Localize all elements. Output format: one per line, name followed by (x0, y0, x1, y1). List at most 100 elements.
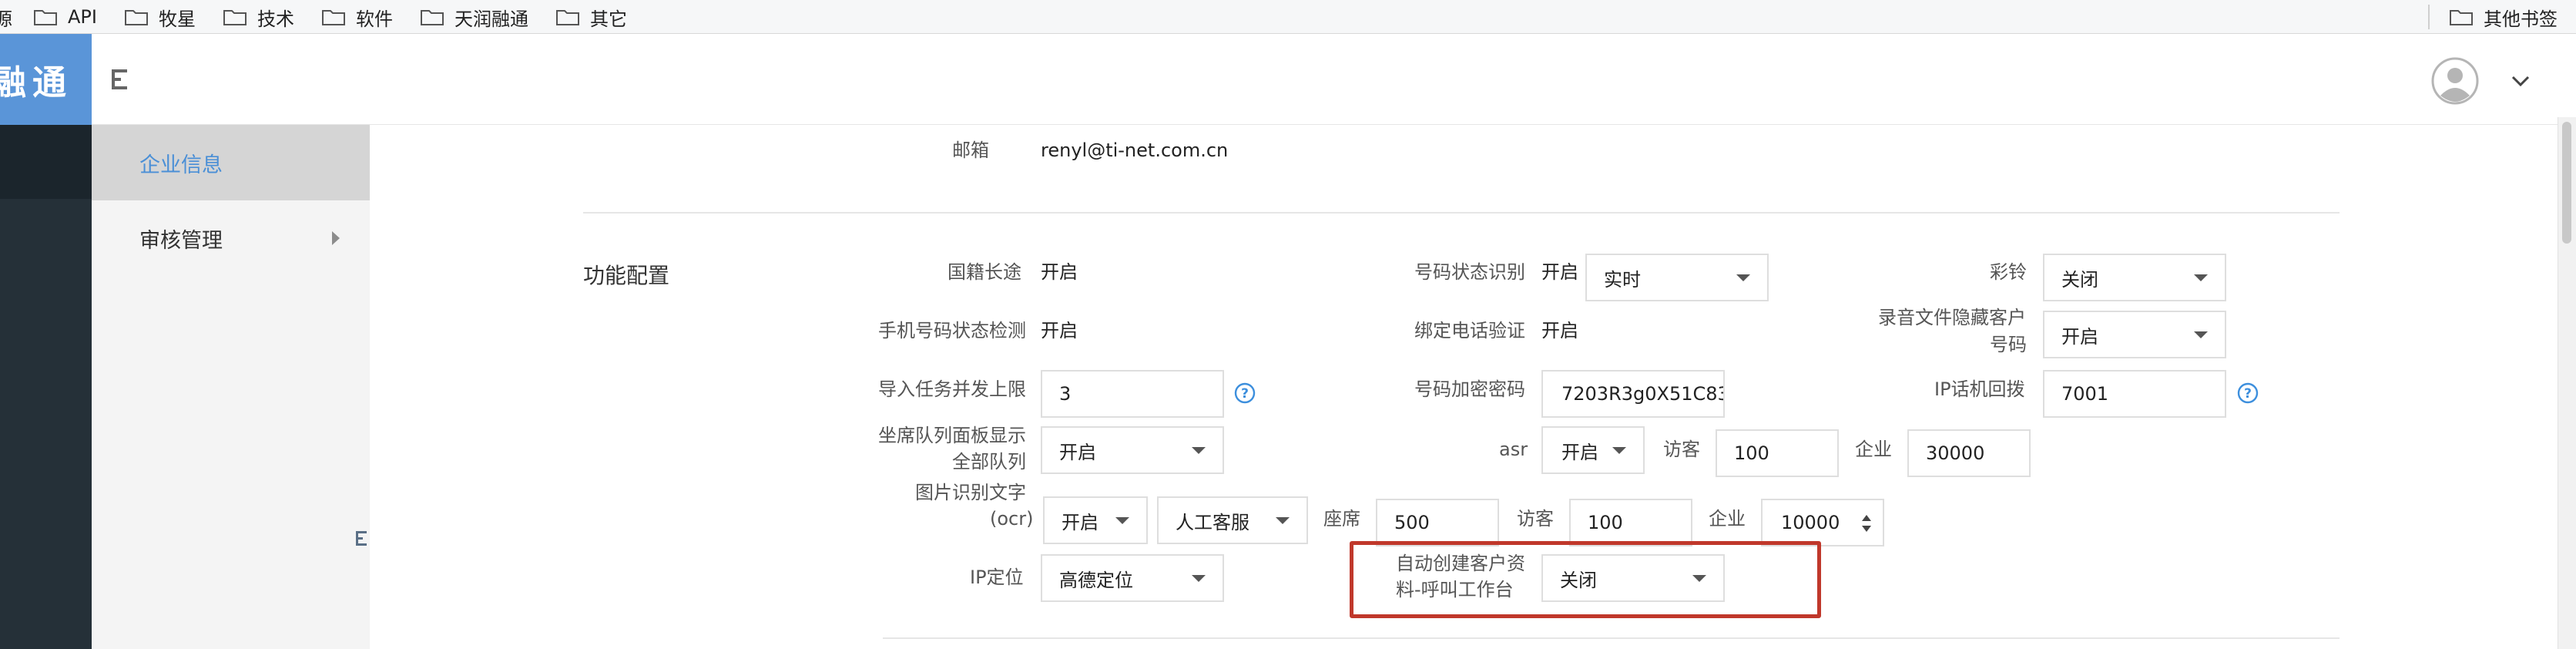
bookmark-folder-others[interactable]: 其他书签 (2450, 0, 2558, 34)
page-scrollbar[interactable] (2558, 117, 2576, 649)
mobile-status-check-label: 手机号码状态检测 (878, 320, 1026, 341)
caret-down-icon (1115, 517, 1129, 524)
caret-down-icon (1612, 447, 1626, 454)
input-value: 500 (1394, 512, 1430, 533)
ip-location-select[interactable]: 高德定位 (1041, 554, 1224, 602)
bookmark-label: 其他书签 (2484, 8, 2558, 30)
chevron-down-icon[interactable] (2510, 74, 2531, 88)
select-value: 开启 (1059, 441, 1096, 463)
asr-visitor-input[interactable]: 100 (1716, 429, 1839, 477)
bookmark-folder-api[interactable]: API (34, 0, 97, 34)
asr-enterprise-input[interactable]: 30000 (1907, 429, 2031, 477)
asr-enterprise-label: 企业 (1855, 439, 1892, 460)
help-icon[interactable]: ? (2237, 382, 2259, 404)
help-icon[interactable]: ? (1234, 382, 1256, 404)
ringback-select[interactable]: 关闭 (2043, 254, 2226, 301)
subnav-item-company-info[interactable]: 企业信息 (92, 125, 370, 200)
section-title: 功能配置 (583, 263, 670, 288)
record-hide-label-line1: 录音文件隐藏客户 (1878, 307, 2026, 328)
bind-phone-verify-label: 绑定电话验证 (1414, 320, 1525, 341)
bookmark-label: 其它 (590, 8, 627, 30)
bookmark-label: API (68, 6, 97, 28)
select-value: 开启 (2061, 325, 2098, 348)
mobile-status-check-value: 开启 (1041, 320, 1078, 341)
email-label: 邮箱 (952, 140, 989, 161)
record-hide-select[interactable]: 开启 (2043, 311, 2226, 358)
ocr-visitor-label: 访客 (1517, 508, 1554, 530)
caret-down-icon (1192, 575, 1206, 582)
bookmarks-divider (2428, 5, 2430, 29)
bookmark-folder-muxing[interactable]: 牧星 (125, 0, 196, 34)
bookmark-item[interactable]: 源 (0, 0, 12, 34)
caret-down-icon (1276, 517, 1290, 524)
menu-toggle-icon[interactable] (108, 66, 134, 92)
input-value: 7001 (2061, 383, 2109, 405)
subnav-item-audit-management[interactable]: 审核管理 (92, 200, 370, 276)
ocr-service-select[interactable]: 人工客服 (1157, 496, 1308, 544)
scrollbar-thumb[interactable] (2562, 122, 2571, 244)
auto-create-label-line1: 自动创建客户资 (1396, 553, 1525, 574)
sidebar-active-item[interactable] (0, 125, 92, 199)
select-value: 开启 (1561, 441, 1598, 463)
input-value: 3 (1059, 383, 1072, 405)
select-value: 关闭 (1560, 569, 1597, 591)
bookmark-folder-other[interactable]: 其它 (556, 0, 627, 34)
import-concurrency-input[interactable]: 3 (1041, 370, 1224, 418)
bookmark-folder-tech[interactable]: 技术 (223, 0, 294, 34)
subnav-item-label: 企业信息 (139, 153, 223, 177)
intl-long-distance-value: 开启 (1041, 261, 1078, 283)
number-status-value: 开启 (1541, 261, 1578, 283)
queue-panel-label-line1: 坐席队列面板显示 (878, 425, 1026, 446)
bookmarks-bar: 源 API 牧星 技术 软件 天润融通 其它 其他书签 (0, 0, 2576, 34)
number-status-select[interactable]: 实时 (1585, 254, 1769, 301)
collapse-panel-icon[interactable] (353, 529, 370, 549)
ip-location-label: IP定位 (970, 567, 1024, 588)
ocr-seat-label: 座席 (1323, 508, 1360, 530)
caret-right-icon (332, 231, 340, 245)
queue-panel-label-line2: 全部队列 (952, 451, 1026, 472)
subnav-item-label: 审核管理 (139, 228, 223, 253)
ip-callback-label: IP话机回拨 (1934, 378, 2025, 400)
ocr-visitor-input[interactable]: 100 (1569, 499, 1692, 546)
user-avatar-icon[interactable] (2431, 57, 2479, 105)
intl-long-distance-label: 国籍长途 (948, 261, 1021, 283)
ocr-select[interactable]: 开启 (1043, 496, 1148, 544)
folder-icon (125, 10, 148, 25)
bookmark-folder-tianrun[interactable]: 天润融通 (421, 0, 528, 34)
number-status-label: 号码状态识别 (1414, 261, 1525, 283)
select-value: 实时 (1604, 268, 1641, 291)
folder-icon (421, 10, 444, 25)
queue-panel-select[interactable]: 开启 (1041, 426, 1224, 474)
logo-text: 融通 (0, 63, 72, 103)
asr-visitor-label: 访客 (1663, 439, 1700, 460)
number-encrypt-label: 号码加密密码 (1414, 378, 1525, 400)
caret-down-icon (1692, 575, 1706, 582)
input-value: 100 (1734, 442, 1769, 464)
select-value: 关闭 (2061, 268, 2098, 291)
input-value: 7203R3g0X51C83 (1561, 383, 1725, 405)
number-stepper-icon[interactable] (1861, 513, 1872, 534)
section-divider (583, 212, 2340, 214)
select-value: 人工客服 (1176, 511, 1249, 533)
asr-select[interactable]: 开启 (1541, 426, 1645, 474)
ocr-label-line1: 图片识别文字 (915, 482, 1026, 503)
import-concurrency-label: 导入任务并发上限 (878, 378, 1026, 400)
bookmark-label: 软件 (356, 8, 393, 30)
bookmark-label: 源 (0, 8, 12, 30)
auto-create-select[interactable]: 关闭 (1541, 554, 1725, 602)
caret-down-icon (2194, 274, 2208, 281)
app-logo[interactable]: 融通 (0, 34, 92, 125)
email-value: renyl@ti-net.com.cn (1041, 140, 1229, 161)
select-value: 开启 (1062, 511, 1098, 533)
bookmark-label: 技术 (257, 8, 294, 30)
number-encrypt-input[interactable]: 7203R3g0X51C83 (1541, 370, 1725, 418)
folder-icon (223, 10, 247, 25)
ocr-seat-input[interactable]: 500 (1376, 499, 1499, 546)
asr-label: asr (1499, 439, 1528, 460)
ocr-label-line2: (ocr) (990, 508, 1034, 530)
bookmark-folder-software[interactable]: 软件 (322, 0, 393, 34)
bookmark-label: 牧星 (159, 8, 196, 30)
ringback-label: 彩铃 (1990, 261, 2027, 283)
ip-callback-input[interactable]: 7001 (2043, 370, 2226, 418)
ocr-enterprise-input[interactable]: 10000 (1761, 499, 1884, 546)
